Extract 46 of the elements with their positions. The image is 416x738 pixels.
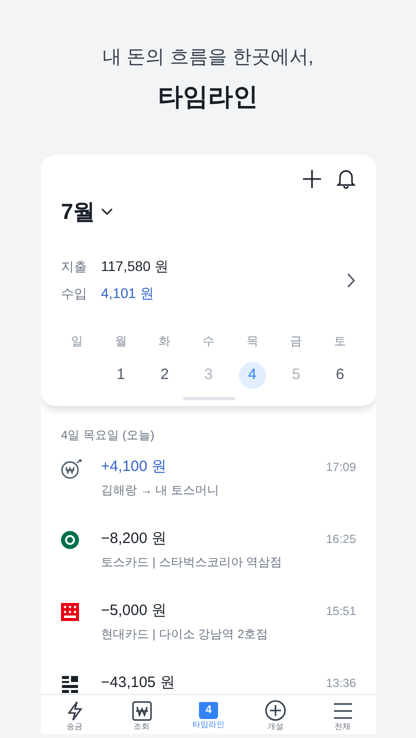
weekday-label: 목	[246, 333, 258, 350]
calendar-icon: 4	[199, 700, 218, 719]
month-selector[interactable]: 7월	[61, 195, 114, 228]
round-logo-icon	[61, 531, 79, 549]
transaction-detail: 현대카드 | 다이소 강남역 2호점	[101, 626, 270, 642]
day-heading: 4일 목요일 (오늘)	[60, 427, 156, 444]
add-icon[interactable]	[302, 169, 322, 189]
tab-button[interactable]: 조회	[108, 695, 175, 734]
transaction-amount: −5,000 원	[101, 601, 168, 621]
grid-logo-icon	[61, 603, 79, 621]
weekday-label: 금	[290, 333, 302, 350]
transaction-amount: −43,105 원	[101, 673, 176, 693]
transaction-amount: −8,200 원	[101, 529, 168, 549]
square-logo-icon	[61, 675, 79, 693]
chevron-right-icon[interactable]	[347, 272, 356, 288]
weekday-label: 일	[70, 333, 83, 350]
lightning-icon	[66, 700, 84, 720]
summary-amount: 117,580 원	[101, 257, 168, 276]
transaction-time: 13:36	[326, 675, 356, 692]
weekday-label: 토	[334, 333, 346, 350]
summary-label: 지출	[61, 258, 87, 276]
transaction-time: 17:09	[326, 459, 356, 476]
tab-button[interactable]: 송금	[41, 695, 108, 734]
weekday-label: 월	[114, 333, 127, 350]
summary-amount: 4,101 원	[101, 284, 154, 303]
bell-icon[interactable]	[336, 168, 356, 190]
transaction-detail: 토스카드 | 스타벅스코리아 역삼점	[101, 554, 284, 570]
tab-button[interactable]: 전체	[309, 695, 376, 734]
transaction-detail: 김해랑 → 내 토스머니	[101, 482, 220, 498]
won-coin-icon	[61, 459, 83, 479]
transaction-time: 16:25	[326, 531, 356, 548]
menu-icon	[332, 702, 352, 718]
transaction-time: 15:51	[326, 603, 356, 620]
date-button[interactable]: 4	[238, 362, 266, 389]
weekday-label: 수	[202, 333, 214, 350]
weekday-label: 화	[158, 333, 171, 350]
summary-label: 수입	[61, 284, 87, 303]
plus-circle-icon	[265, 700, 286, 721]
subtitle: 내 돈의 흐름을 한곳에서,	[102, 46, 314, 70]
transaction-amount: +4,100 원	[101, 457, 168, 477]
drag-handle[interactable]	[182, 397, 234, 400]
chevron-down-icon	[101, 208, 114, 216]
title: 타임라인	[158, 82, 258, 112]
tab-button[interactable]: 4 타임라인	[175, 695, 242, 734]
tab-button[interactable]: 개설	[242, 695, 309, 734]
won-icon	[132, 700, 152, 720]
